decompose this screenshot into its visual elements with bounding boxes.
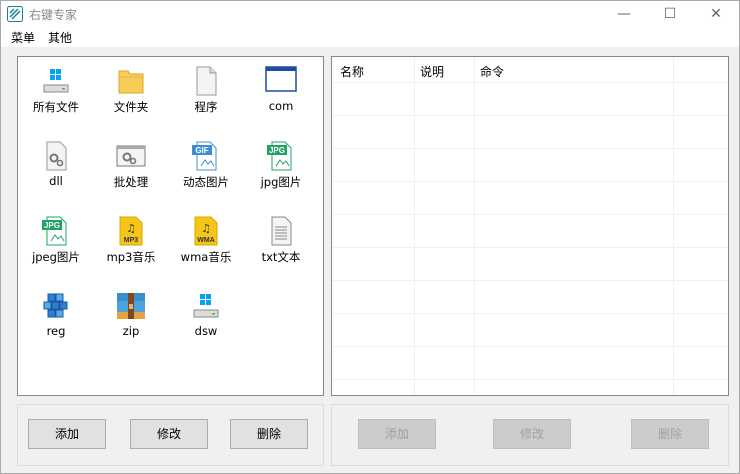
app-logo-icon — [7, 6, 23, 22]
svg-text:♫: ♫ — [201, 222, 211, 235]
wma-label: WMA — [197, 237, 215, 244]
file-type-folder[interactable]: 文件夹 — [93, 61, 169, 131]
gear-file-icon — [46, 141, 67, 171]
file-type-actions: 添加 修改 删除 — [17, 404, 324, 466]
file-type-batch[interactable]: 批处理 — [93, 136, 169, 206]
file-type-txt[interactable]: txt文本 — [243, 211, 319, 281]
column-divider — [673, 57, 674, 395]
file-type-reg[interactable]: reg — [18, 286, 94, 356]
column-divider — [474, 57, 475, 395]
file-type-label: jpg图片 — [260, 175, 302, 189]
jpg-file-icon: JPG — [267, 141, 292, 171]
file-type-wma[interactable]: ♫ WMA wma音乐 — [168, 211, 244, 281]
row-divider — [332, 247, 728, 248]
gif-file-icon: GIF — [192, 141, 217, 171]
file-type-program[interactable]: 程序 — [168, 61, 244, 131]
title-bar: 右键专家 — ☐ ✕ — [1, 1, 739, 27]
file-type-label: 程序 — [194, 100, 218, 114]
file-type-dsw[interactable]: dsw — [168, 286, 244, 356]
file-type-label: mp3音乐 — [106, 250, 156, 264]
batch-gear-icon — [116, 145, 146, 167]
command-table[interactable]: 名称 说明 命令 — [331, 56, 729, 396]
mp3-file-icon: ♫ MP3 — [119, 216, 143, 246]
registry-icon — [43, 293, 68, 318]
close-button[interactable]: ✕ — [693, 1, 739, 27]
file-type-zip[interactable]: zip — [93, 286, 169, 356]
zip-archive-icon — [117, 293, 145, 319]
file-type-label: jpeg图片 — [32, 250, 80, 264]
app-window: 右键专家 — ☐ ✕ 菜单 其他 所有文件 文件夹 程序 com dll 批处理… — [0, 0, 740, 474]
drive-windows-icon — [43, 69, 69, 93]
menu-bar: 菜单 其他 — [1, 27, 739, 47]
file-type-label: txt文本 — [261, 250, 301, 264]
file-type-label: zip — [122, 324, 140, 338]
jpg-label: JPG — [44, 221, 60, 230]
maximize-button[interactable]: ☐ — [647, 1, 693, 27]
column-divider — [414, 57, 415, 395]
command-actions: 添加 修改 删除 — [331, 404, 729, 466]
row-divider — [332, 346, 728, 347]
minimize-button[interactable]: — — [601, 1, 647, 27]
file-type-gif[interactable]: GIF 动态图片 — [168, 136, 244, 206]
menu-item-menu[interactable]: 菜单 — [11, 29, 35, 46]
text-file-icon — [271, 216, 292, 246]
file-type-dll[interactable]: dll — [18, 136, 94, 206]
file-type-label: com — [268, 99, 294, 113]
file-type-com[interactable]: com — [243, 61, 319, 131]
file-type-jpeg[interactable]: JPG jpeg图片 — [18, 211, 94, 281]
drive-windows-icon — [193, 294, 219, 318]
file-type-mp3[interactable]: ♫ MP3 mp3音乐 — [93, 211, 169, 281]
add-command-button[interactable]: 添加 — [358, 419, 436, 449]
row-divider — [332, 313, 728, 314]
edit-file-type-button[interactable]: 修改 — [130, 419, 208, 449]
file-type-label: 批处理 — [113, 175, 149, 189]
edit-command-button[interactable]: 修改 — [493, 419, 571, 449]
table-header: 名称 说明 命令 — [332, 57, 728, 82]
row-divider — [332, 379, 728, 380]
file-type-all-files[interactable]: 所有文件 — [18, 61, 94, 131]
folder-icon — [118, 70, 144, 94]
row-divider — [332, 148, 728, 149]
file-type-label: dsw — [194, 324, 218, 338]
file-type-label: 动态图片 — [183, 175, 229, 189]
file-type-label: 文件夹 — [113, 100, 149, 114]
mp3-label: MP3 — [124, 237, 139, 244]
file-type-label: dll — [49, 174, 63, 188]
wma-file-icon: ♫ WMA — [194, 216, 218, 246]
row-divider — [332, 214, 728, 215]
row-divider — [332, 280, 728, 281]
svg-text:♫: ♫ — [126, 222, 136, 235]
delete-command-button[interactable]: 删除 — [631, 419, 709, 449]
column-header-command[interactable]: 命令 — [480, 63, 504, 80]
delete-file-type-button[interactable]: 删除 — [230, 419, 308, 449]
column-header-name[interactable]: 名称 — [340, 63, 364, 80]
window-app-icon — [265, 66, 297, 92]
jpg-file-icon: JPG — [42, 216, 67, 246]
window-title: 右键专家 — [29, 8, 78, 22]
column-header-description[interactable]: 说明 — [420, 63, 444, 80]
file-type-label: wma音乐 — [180, 250, 232, 264]
row-divider — [332, 115, 728, 116]
menu-item-other[interactable]: 其他 — [48, 29, 72, 46]
file-type-label: reg — [46, 324, 66, 338]
file-type-label: 所有文件 — [33, 100, 79, 114]
file-type-list[interactable]: 所有文件 文件夹 程序 com dll 批处理 GIF 动态图片 JPG jpg… — [17, 56, 324, 396]
gif-label: GIF — [195, 146, 208, 155]
file-type-jpg[interactable]: JPG jpg图片 — [243, 136, 319, 206]
blank-file-icon — [196, 66, 217, 96]
row-divider — [332, 82, 728, 83]
jpg-label: JPG — [269, 146, 285, 155]
row-divider — [332, 181, 728, 182]
add-file-type-button[interactable]: 添加 — [28, 419, 106, 449]
